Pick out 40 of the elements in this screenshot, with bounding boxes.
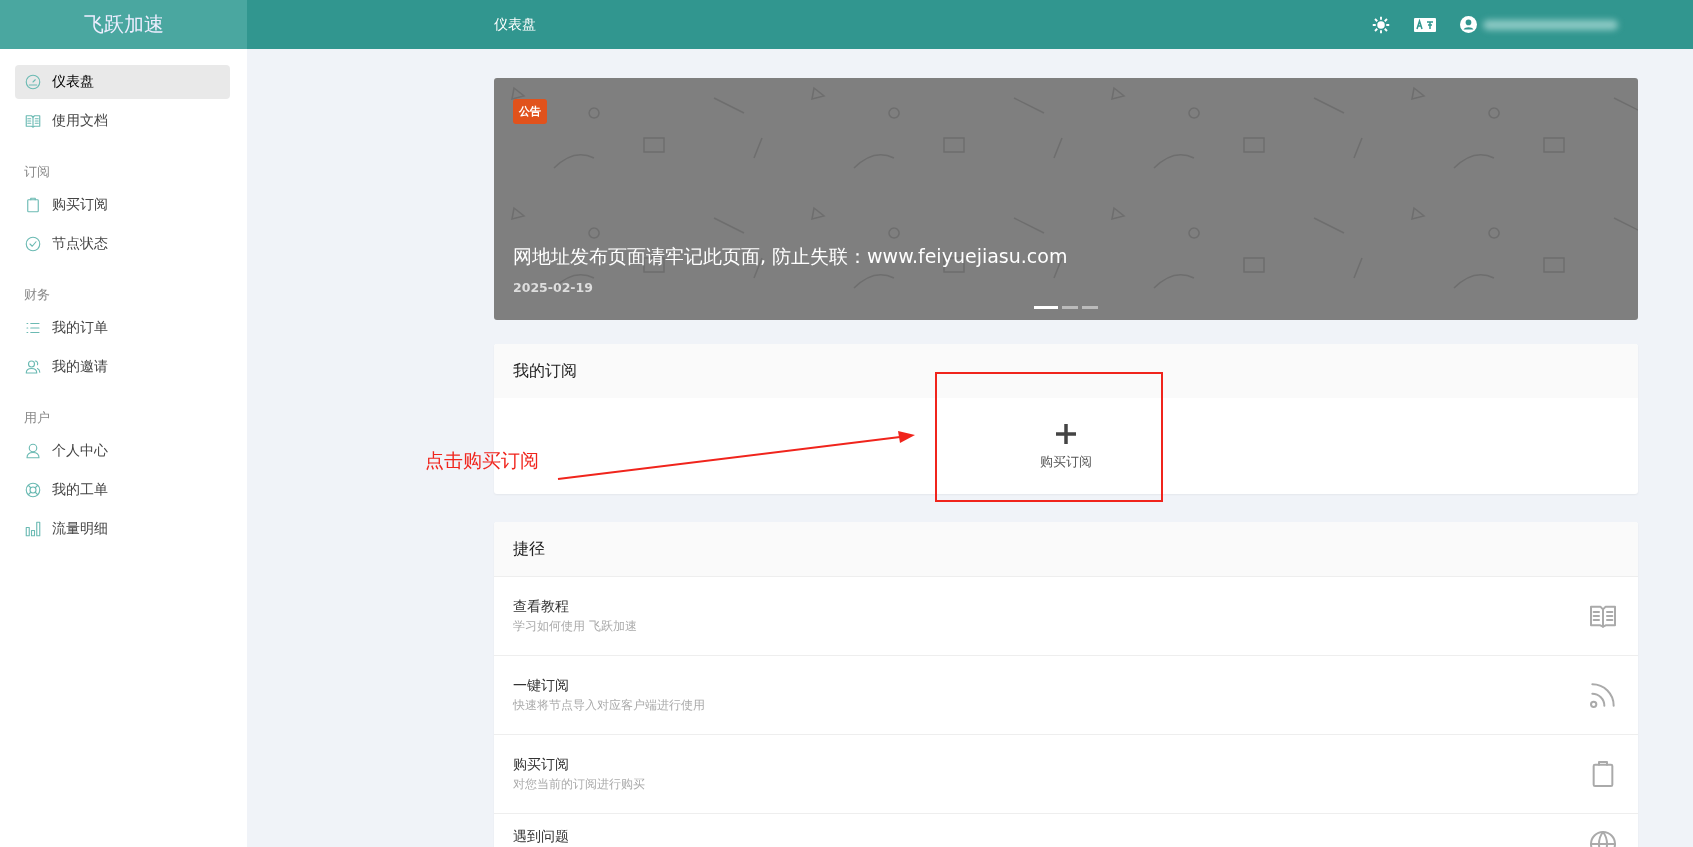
- announcement-title: 网地址发布页面请牢记此页面, 防止失联：www.feiyuejiasu.com: [513, 244, 1068, 269]
- shortcut-title[interactable]: 查看教程: [513, 598, 1587, 616]
- shortcut-description: 学习如何使用 飞跃加速: [513, 619, 638, 634]
- shortcut-title[interactable]: 购买订阅: [513, 756, 1587, 774]
- nav-item[interactable]: 购买订阅: [15, 188, 230, 222]
- avatar-icon[interactable]: [1460, 16, 1477, 33]
- plus-icon: [1054, 421, 1078, 446]
- shortcut-description: 快速将节点导入对应客户端进行使用: [513, 698, 706, 713]
- section-heading: 订阅: [23, 163, 51, 181]
- nav-item[interactable]: 个人中心: [15, 434, 230, 468]
- announcement-date: 2025-02-19: [513, 280, 593, 295]
- notice-badge: 公告: [513, 99, 547, 124]
- bag-icon: [24, 196, 42, 214]
- annotation-text: 点击购买订阅: [425, 448, 539, 473]
- nav-item[interactable]: 仪表盘: [15, 65, 230, 99]
- book-icon: [24, 112, 42, 130]
- card-title: 我的订阅: [494, 344, 1638, 398]
- lifebuoy-icon: [24, 481, 42, 499]
- nav-item[interactable]: 我的邀请: [15, 350, 230, 384]
- shortcut-description: 对您当前的订阅进行购买: [513, 777, 646, 792]
- gauge-icon: [24, 73, 42, 91]
- person-icon: [24, 442, 42, 460]
- bar-chart-icon: [24, 520, 42, 538]
- check-circle-icon: [24, 235, 42, 253]
- nav-item[interactable]: 使用文档: [15, 104, 230, 138]
- shortcut-title[interactable]: 一键订阅: [513, 677, 1587, 695]
- blurred-username[interactable]: [1483, 19, 1618, 30]
- users-icon: [24, 358, 42, 376]
- nav-item[interactable]: 我的工单: [15, 473, 230, 507]
- nav-item[interactable]: 我的订单: [15, 311, 230, 345]
- page-title: 仪表盘: [494, 15, 537, 34]
- sun-icon[interactable]: [1372, 15, 1390, 34]
- shortcut-title[interactable]: 遇到问题: [513, 828, 1587, 846]
- section-heading: 用户: [23, 409, 51, 427]
- nav-item[interactable]: 流量明细: [15, 512, 230, 546]
- card-title: 捷径: [494, 522, 1638, 576]
- buy-subscription-button[interactable]: 购买订阅: [1034, 420, 1098, 472]
- nav-item[interactable]: 节点状态: [15, 227, 230, 261]
- translate-icon[interactable]: [1414, 17, 1436, 32]
- section-heading: 财务: [23, 286, 51, 304]
